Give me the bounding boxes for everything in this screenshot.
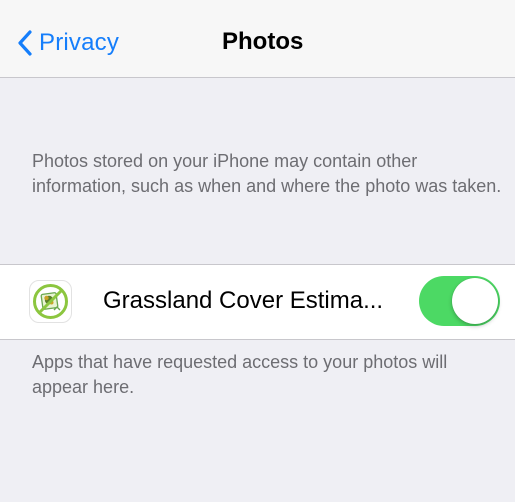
back-button[interactable]: Privacy <box>18 26 119 60</box>
back-button-label: Privacy <box>39 29 120 56</box>
photo-access-toggle[interactable] <box>419 276 500 326</box>
chevron-left-icon <box>18 30 32 56</box>
navigation-bar: Privacy Photos <box>0 0 515 78</box>
page-title: Photos <box>222 28 304 55</box>
toggle-knob <box>452 278 498 324</box>
app-permission-row[interactable]: Grassland Cover Estima... <box>0 264 515 340</box>
grassland-app-icon <box>29 280 72 323</box>
photos-info-text: Photos stored on your iPhone may contain… <box>32 151 502 196</box>
app-name: Grassland Cover Estima... <box>103 287 384 314</box>
apps-access-footer-text: Apps that have requested access to your … <box>32 352 448 397</box>
